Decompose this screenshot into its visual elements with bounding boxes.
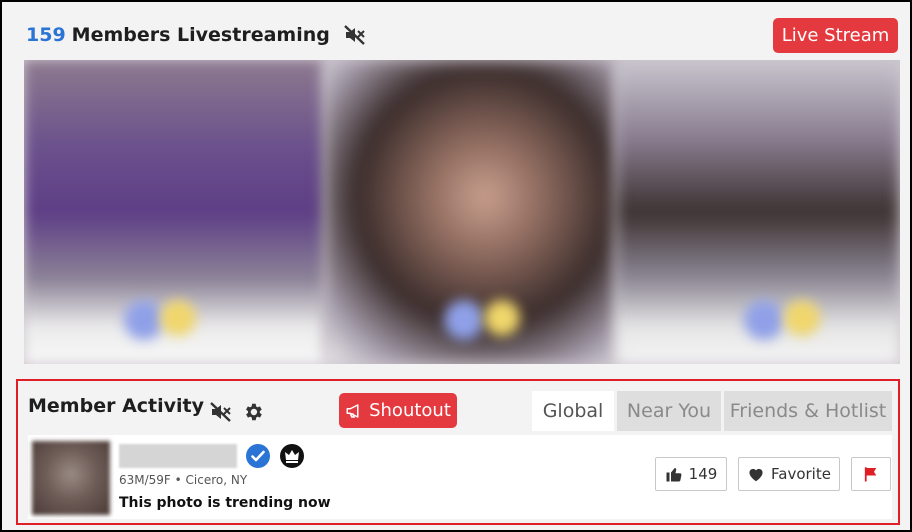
- blur-highlight: [124, 300, 164, 340]
- shoutout-label: Shoutout: [369, 400, 451, 421]
- live-stream-button[interactable]: Live Stream: [773, 18, 898, 53]
- megaphone-icon: [346, 403, 359, 418]
- livestream-title: Members Livestreaming: [71, 24, 330, 46]
- livestream-header: 159 Members Livestreaming: [26, 22, 368, 48]
- blur-highlight: [444, 300, 484, 340]
- report-button[interactable]: [851, 457, 891, 491]
- volume-mute-icon[interactable]: [208, 399, 234, 425]
- member-activity-title: Member Activity: [28, 395, 204, 417]
- member-name-blurred[interactable]: [119, 444, 237, 468]
- tab-near-you[interactable]: Near You: [617, 391, 721, 431]
- crown-badge-icon: [280, 444, 304, 468]
- verified-badge-icon: [246, 444, 270, 468]
- favorite-button[interactable]: Favorite: [738, 457, 840, 491]
- like-count: 149: [688, 465, 718, 483]
- thumbs-up-icon: [666, 468, 682, 482]
- shoutout-button[interactable]: Shoutout: [339, 393, 457, 428]
- livestream-preview[interactable]: [24, 60, 900, 364]
- blur-highlight: [160, 300, 196, 336]
- member-activity-panel: Member Activity Shoutout Global Near You: [16, 379, 900, 525]
- volume-mute-icon[interactable]: [342, 22, 368, 48]
- heart-icon: [749, 468, 763, 482]
- member-count: 159: [26, 24, 66, 46]
- blur-highlight: [784, 300, 820, 336]
- member-photo[interactable]: [32, 441, 110, 515]
- activity-item: 63M/59F • Cicero, NY This photo is trend…: [28, 435, 892, 519]
- like-button[interactable]: 149: [655, 457, 727, 491]
- tab-global[interactable]: Global: [532, 391, 614, 431]
- activity-message: This photo is trending now: [119, 495, 331, 511]
- blur-highlight: [744, 300, 784, 340]
- blur-highlight: [484, 300, 520, 336]
- member-details: 63M/59F • Cicero, NY: [119, 473, 248, 487]
- tab-friends-hotlist[interactable]: Friends & Hotlist: [724, 391, 892, 431]
- activity-tabs: Global Near You Friends & Hotlist: [529, 391, 892, 431]
- gear-icon[interactable]: [240, 399, 266, 425]
- livestream-widget: 159 Members Livestreaming Live Stream Me…: [0, 0, 912, 532]
- favorite-label: Favorite: [771, 465, 831, 483]
- flag-icon: [864, 467, 877, 482]
